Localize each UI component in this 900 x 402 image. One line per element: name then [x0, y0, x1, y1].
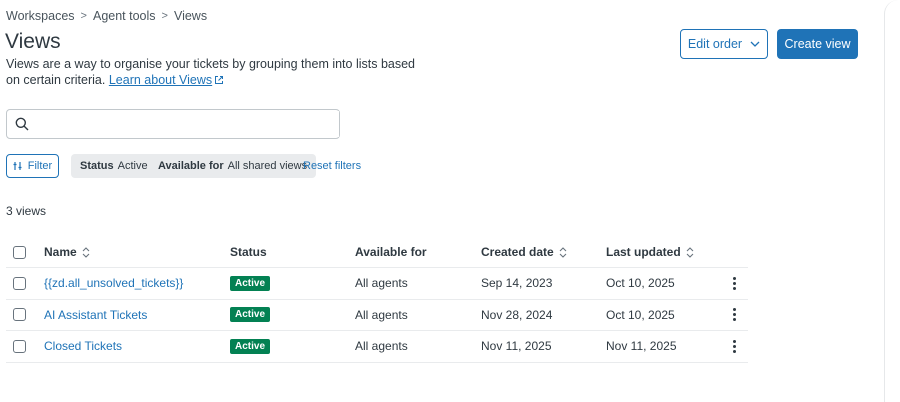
views-count: 3 views	[6, 204, 47, 218]
available-for-filter-chip[interactable]: Available for All shared views	[149, 154, 317, 178]
sort-icon	[559, 246, 567, 258]
side-panel-edge	[884, 0, 900, 402]
breadcrumb: Workspaces > Agent tools > Views	[6, 9, 207, 23]
select-all-cell	[13, 237, 26, 267]
views-table: Name Status Available for Created date L…	[6, 237, 748, 363]
status-filter-chip[interactable]: Status Active	[71, 154, 157, 178]
create-view-label: Create view	[784, 37, 851, 51]
edit-order-label: Edit order	[687, 37, 743, 51]
table-row: Closed Tickets Active All agents Nov 11,…	[6, 331, 748, 363]
created-date-cell: Sep 14, 2023	[481, 276, 553, 291]
chevron-down-icon	[750, 41, 760, 47]
status-badge: Active	[230, 275, 271, 291]
column-header-status: Status	[230, 245, 267, 259]
column-header-name[interactable]: Name	[44, 237, 90, 267]
breadcrumb-agent-tools[interactable]: Agent tools	[93, 9, 156, 23]
view-name-link[interactable]: {{zd.all_unsolved_tickets}}	[44, 276, 183, 290]
kebab-menu-icon[interactable]	[728, 338, 740, 354]
breadcrumb-views: Views	[173, 9, 208, 23]
select-all-checkbox[interactable]	[13, 245, 26, 259]
table-row: AI Assistant Tickets Active All agents N…	[6, 300, 748, 331]
column-name-label: Name	[44, 245, 77, 259]
column-created-label: Created date	[481, 245, 554, 259]
status-chip-value: Active	[117, 160, 148, 172]
column-header-created-date[interactable]: Created date	[481, 237, 567, 267]
available-chip-value: All shared views	[227, 160, 308, 172]
row-checkbox-cell	[13, 300, 26, 331]
filter-label: Filter	[27, 160, 53, 172]
view-name-link[interactable]: Closed Tickets	[44, 339, 122, 353]
status-chip-key: Status	[80, 160, 114, 172]
table-row: {{zd.all_unsolved_tickets}} Active All a…	[6, 268, 748, 300]
status-badge: Active	[230, 338, 271, 354]
reset-filters-link[interactable]: Reset filters	[303, 160, 361, 172]
row-checkbox[interactable]	[13, 276, 26, 290]
row-checkbox[interactable]	[13, 308, 26, 322]
breadcrumb-workspaces[interactable]: Workspaces	[6, 9, 75, 23]
last-updated-cell: Oct 10, 2025	[606, 276, 675, 291]
sort-icon	[82, 246, 90, 258]
row-checkbox-cell	[13, 331, 26, 362]
column-updated-label: Last updated	[606, 245, 681, 259]
table-header-row: Name Status Available for Created date L…	[6, 237, 748, 268]
sort-icon	[686, 246, 694, 258]
row-checkbox[interactable]	[13, 339, 26, 353]
edit-order-button[interactable]: Edit order	[680, 29, 768, 59]
view-name-link[interactable]: AI Assistant Tickets	[44, 308, 147, 322]
kebab-menu-icon[interactable]	[728, 307, 740, 323]
learn-about-views-link[interactable]: Learn about Views	[109, 73, 212, 87]
kebab-menu-icon[interactable]	[728, 275, 740, 291]
available-for-cell: All agents	[355, 339, 408, 354]
create-view-button[interactable]: Create view	[777, 29, 858, 59]
available-for-cell: All agents	[355, 276, 408, 291]
status-badge: Active	[230, 307, 271, 323]
last-updated-cell: Oct 10, 2025	[606, 307, 675, 322]
available-chip-key: Available for	[158, 160, 224, 172]
available-for-cell: All agents	[355, 307, 408, 322]
search-box[interactable]	[6, 109, 340, 139]
search-input[interactable]	[35, 111, 339, 137]
chevron-right-icon: >	[80, 10, 87, 22]
page-title: Views	[5, 30, 61, 53]
page-description: Views are a way to organise your tickets…	[6, 56, 426, 88]
created-date-cell: Nov 11, 2025	[481, 339, 552, 354]
column-header-available-for: Available for	[355, 245, 427, 259]
created-date-cell: Nov 28, 2024	[481, 307, 553, 322]
row-checkbox-cell	[13, 268, 26, 299]
column-header-last-updated[interactable]: Last updated	[606, 237, 694, 267]
filter-button[interactable]: Filter	[6, 154, 59, 178]
external-link-icon	[215, 76, 224, 84]
search-icon	[15, 117, 29, 131]
chevron-right-icon: >	[161, 10, 168, 22]
filter-sliders-icon	[13, 162, 22, 170]
learn-link-label: Learn about Views	[108, 73, 213, 87]
last-updated-cell: Nov 11, 2025	[606, 339, 677, 354]
